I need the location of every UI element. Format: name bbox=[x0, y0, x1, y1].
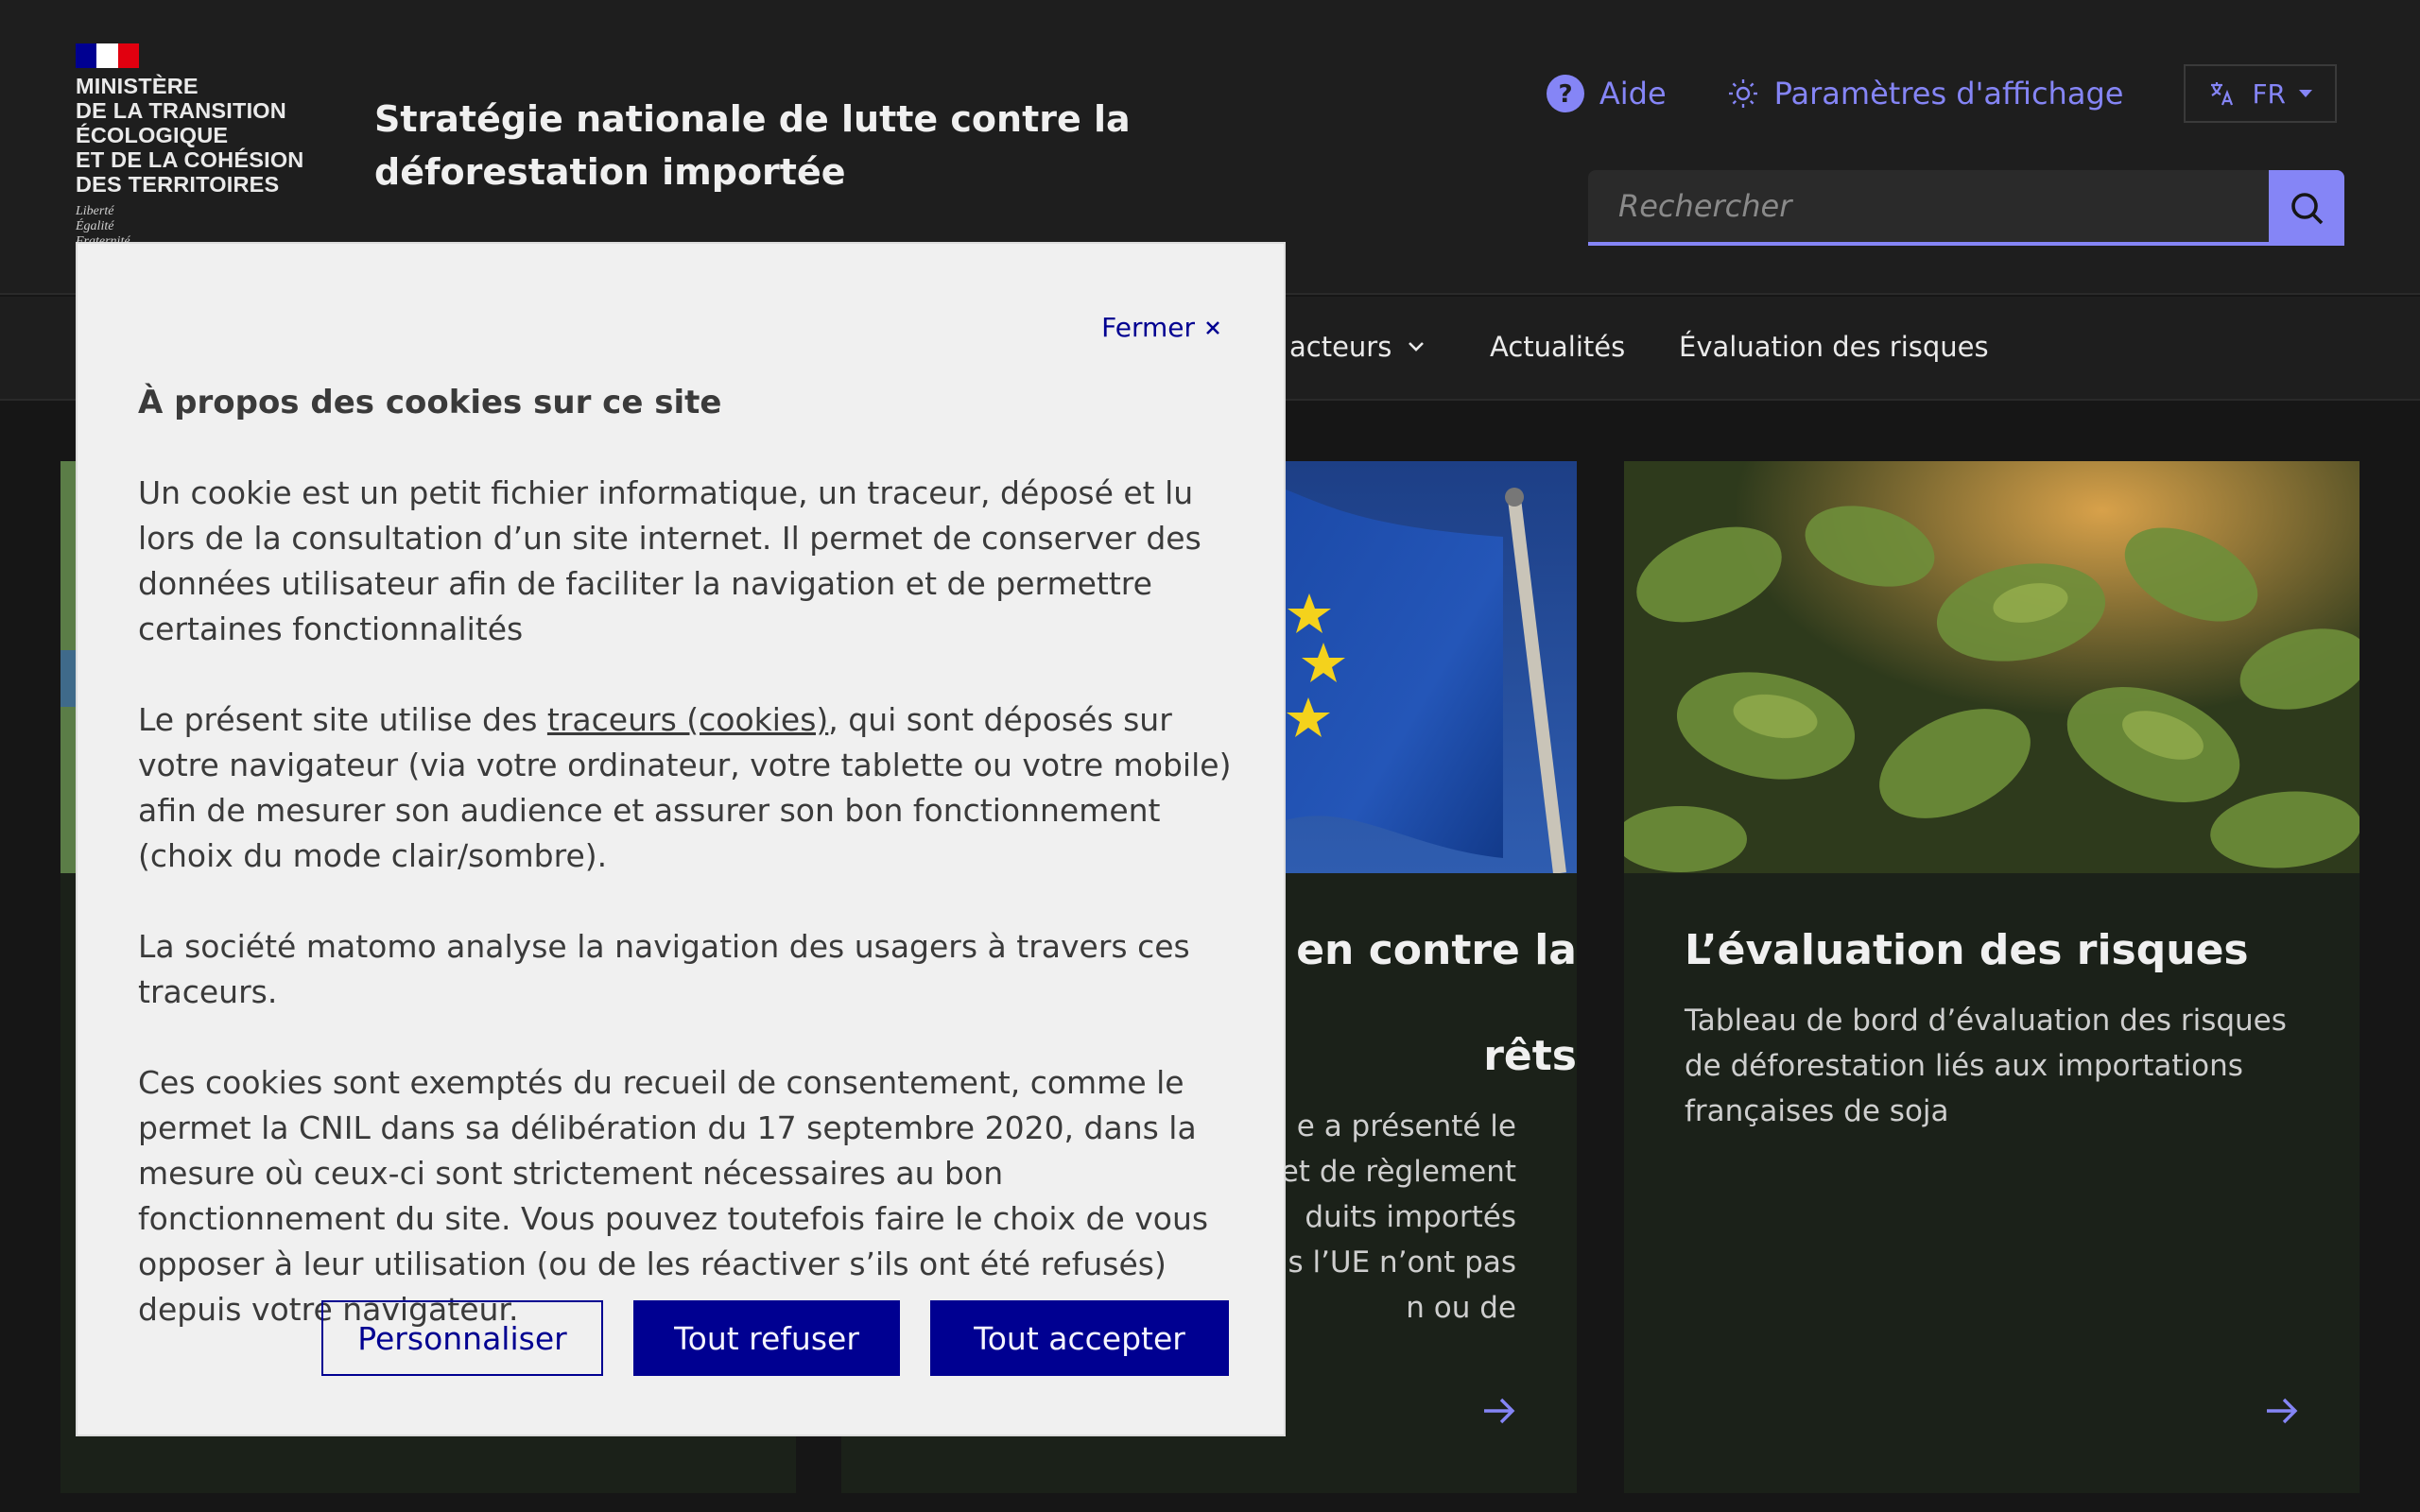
ministry-line: de la transition bbox=[76, 98, 286, 123]
help-label: Aide bbox=[1599, 76, 1667, 112]
ministry-line: Ministère bbox=[76, 74, 199, 98]
card-body: L’évaluation des risques Tableau de bord… bbox=[1624, 873, 2360, 1194]
sun-icon bbox=[1727, 77, 1759, 110]
search-bar bbox=[1588, 170, 2344, 246]
display-settings-link[interactable]: Paramètres d'affichage bbox=[1727, 76, 2124, 112]
help-link[interactable]: ? Aide bbox=[1546, 75, 1667, 112]
modal-body: Un cookie est un petit fichier informati… bbox=[138, 471, 1235, 1378]
arrow-right-icon[interactable] bbox=[2265, 1397, 2299, 1429]
search-input[interactable] bbox=[1588, 170, 2269, 246]
card-image-soy-plants bbox=[1624, 461, 2360, 873]
modal-title: À propos des cookies sur ce site bbox=[138, 384, 722, 421]
nav-item-actualites[interactable]: Actualités bbox=[1490, 297, 1625, 397]
chevron-down-icon bbox=[1407, 340, 1426, 353]
nav-item-label: Actualités bbox=[1490, 331, 1626, 363]
cookie-text: Le présent site utilise des bbox=[138, 701, 547, 738]
cookie-paragraph: La société matomo analyse la navigation … bbox=[138, 928, 1190, 1010]
site-title[interactable]: Stratégie nationale de lutte contre la d… bbox=[374, 93, 1376, 198]
ministry-line: et de la cohésion bbox=[76, 147, 304, 172]
close-button[interactable]: Fermer bbox=[1101, 312, 1221, 343]
ministry-line: écologique bbox=[76, 123, 229, 147]
header-tools: ? Aide Paramètres d'affichage FR bbox=[1546, 64, 2337, 123]
accept-all-button[interactable]: Tout accepter bbox=[930, 1300, 1229, 1376]
search-icon bbox=[2288, 189, 2325, 227]
refuse-all-button[interactable]: Tout refuser bbox=[633, 1300, 900, 1376]
nav-item-acteurs[interactable]: acteurs bbox=[1289, 297, 1426, 397]
marianne-flag-icon bbox=[76, 43, 139, 68]
motto-line: Égalité bbox=[76, 219, 114, 233]
card-3[interactable]: L’évaluation des risques Tableau de bord… bbox=[1624, 461, 2360, 1493]
close-label: Fermer bbox=[1101, 312, 1195, 343]
search-button[interactable] bbox=[2269, 170, 2344, 246]
nav-item-evaluation-risques[interactable]: Évaluation des risques bbox=[1679, 297, 1989, 397]
ministry-line: des territoires bbox=[76, 172, 280, 197]
language-selector[interactable]: FR bbox=[2184, 64, 2337, 123]
translate-icon bbox=[2208, 79, 2237, 108]
ministry-logo[interactable]: Ministère de la transition écologique et… bbox=[76, 43, 321, 249]
card-title: L’évaluation des risques bbox=[1685, 926, 2249, 974]
display-settings-label: Paramètres d'affichage bbox=[1773, 76, 2124, 112]
language-label: FR bbox=[2252, 77, 2286, 110]
motto-line: Liberté bbox=[76, 204, 114, 218]
question-circle-icon: ? bbox=[1546, 75, 1584, 112]
cookie-consent-modal: Fermer À propos des cookies sur ce site … bbox=[76, 242, 1286, 1436]
cookies-link[interactable]: traceurs (cookies) bbox=[547, 701, 828, 738]
ministry-name: Ministère de la transition écologique et… bbox=[76, 74, 321, 197]
nav-item-label: acteurs bbox=[1289, 331, 1392, 363]
caret-down-icon bbox=[2299, 90, 2312, 97]
nav-item-label: Évaluation des risques bbox=[1679, 331, 1989, 363]
close-icon bbox=[1204, 319, 1221, 336]
arrow-right-icon[interactable] bbox=[1482, 1397, 1516, 1429]
customize-button[interactable]: Personnaliser bbox=[321, 1300, 603, 1376]
cookie-paragraph: Un cookie est un petit fichier informati… bbox=[138, 474, 1201, 647]
cookie-paragraph: Le présent site utilise des traceurs (co… bbox=[138, 697, 1235, 879]
svg-text:?: ? bbox=[1558, 80, 1572, 109]
cookie-paragraph: Ces cookies sont exemptés du recueil de … bbox=[138, 1064, 1209, 1328]
card-description: Tableau de bord d’évaluation des risques… bbox=[1685, 1004, 2287, 1128]
